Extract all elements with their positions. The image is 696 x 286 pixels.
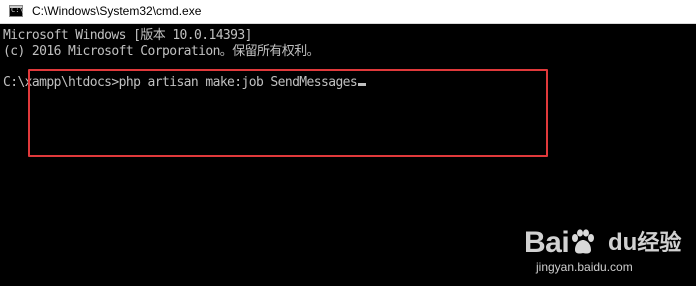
cmd-icon-glyph: C:\: [11, 6, 24, 14]
watermark-brand-text: Bai: [524, 226, 570, 259]
paw-icon: [572, 229, 595, 254]
highlight-box: [28, 69, 548, 157]
window-title: C:\Windows\System32\cmd.exe: [32, 4, 202, 18]
watermark-cn-text: 经验: [637, 231, 682, 256]
version-line: Microsoft Windows [版本 10.0.14393]: [3, 28, 252, 43]
copyright-line: (c) 2016 Microsoft Corporation。保留所有权利。: [3, 44, 320, 59]
watermark-url: jingyan.baidu.com: [536, 260, 633, 274]
cmd-icon[interactable]: C:\: [9, 5, 24, 17]
baidu-watermark: Bai du经验 jingyan.baidu.com: [524, 216, 684, 278]
watermark-brand-suffix: du: [608, 229, 638, 256]
title-bar[interactable]: C:\ C:\Windows\System32\cmd.exe: [0, 0, 696, 24]
watermark-cn: du经验: [608, 230, 681, 257]
watermark-brand: Bai: [524, 226, 595, 260]
